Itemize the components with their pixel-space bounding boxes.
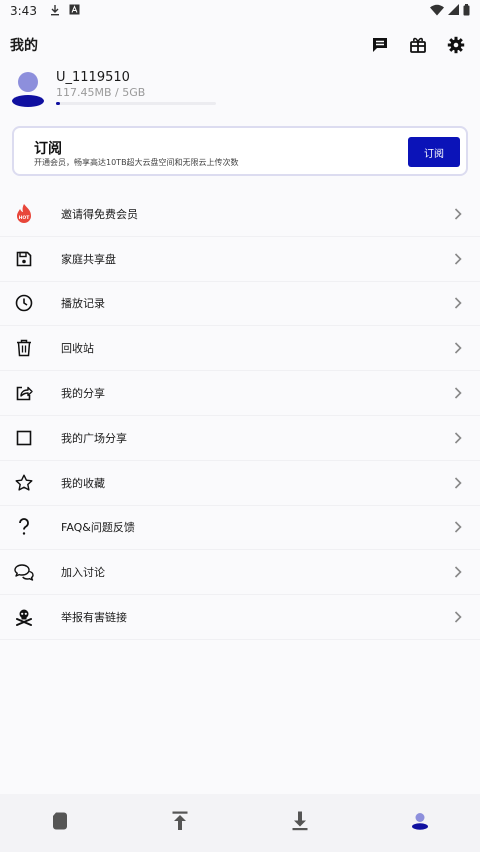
storage-progress-bar (56, 102, 216, 105)
storage-progress-fill (56, 102, 60, 105)
hot-flame-icon: HOT (14, 203, 34, 224)
download-icon (292, 811, 308, 835)
signal-icon (448, 4, 459, 18)
avatar[interactable] (12, 70, 44, 108)
chevron-right-icon (454, 207, 464, 221)
wifi-icon (430, 4, 444, 19)
download-notification-icon (49, 4, 61, 19)
question-icon (14, 517, 34, 537)
menu-list: HOT 邀请得免费会员 家庭共享盘 播放记录 回收站 我的分享 我的广场分享 我… (0, 192, 480, 640)
page-title: 我的 (10, 38, 38, 54)
star-icon (14, 473, 34, 493)
chevron-right-icon (454, 476, 464, 490)
a-notification-icon (69, 4, 80, 18)
subscription-title: 订阅 (34, 141, 62, 157)
message-icon[interactable] (370, 35, 390, 55)
chevron-right-icon (454, 565, 464, 579)
share-icon (14, 383, 34, 403)
menu-item-report[interactable]: 举报有害链接 (0, 595, 480, 640)
chevron-right-icon (454, 296, 464, 310)
clock-icon (14, 293, 34, 313)
menu-item-faq[interactable]: FAQ&问题反馈 (0, 506, 480, 551)
menu-item-family-share[interactable]: 家庭共享盘 (0, 237, 480, 282)
svg-text:HOT: HOT (19, 215, 31, 221)
menu-item-square-shares[interactable]: 我的广场分享 (0, 416, 480, 461)
subscription-card: 订阅 开通会员，畅享高达10TB超大云盘空间和无限云上传次数 订阅 (12, 126, 468, 176)
storage-usage-text: 117.45MB / 5GB (56, 86, 146, 99)
file-icon (52, 812, 68, 834)
menu-item-discussion[interactable]: 加入讨论 (0, 550, 480, 596)
battery-icon (463, 3, 470, 19)
skull-crossbones-icon (14, 607, 34, 627)
nav-tab-profile[interactable] (360, 794, 480, 852)
status-time: 3:43 (10, 4, 37, 18)
floppy-disk-icon (14, 249, 34, 269)
gift-icon[interactable] (408, 35, 428, 55)
menu-item-label: 我的收藏 (61, 476, 105, 490)
trash-icon (14, 338, 34, 358)
square-icon (14, 428, 34, 448)
nav-tab-upload[interactable] (120, 794, 240, 852)
chat-icon (14, 562, 34, 582)
menu-item-label: 加入讨论 (61, 566, 105, 580)
menu-item-my-shares[interactable]: 我的分享 (0, 371, 480, 416)
nav-tab-files[interactable] (0, 794, 120, 852)
chevron-right-icon (454, 386, 464, 400)
menu-item-label: 我的分享 (61, 387, 105, 401)
chevron-right-icon (454, 520, 464, 534)
upload-icon (172, 811, 188, 835)
chevron-right-icon (454, 610, 464, 624)
subscription-description: 开通会员，畅享高达10TB超大云盘空间和无限云上传次数 (34, 158, 239, 167)
chevron-right-icon (454, 252, 464, 266)
menu-item-label: 播放记录 (61, 297, 105, 311)
menu-item-recycle-bin[interactable]: 回收站 (0, 326, 480, 372)
menu-item-label: 回收站 (61, 342, 94, 356)
menu-item-invite[interactable]: HOT 邀请得免费会员 (0, 192, 480, 237)
settings-icon[interactable] (446, 35, 466, 55)
person-icon (411, 812, 429, 834)
nav-tab-download[interactable] (240, 794, 360, 852)
chevron-right-icon (454, 431, 464, 445)
profile-section[interactable]: U_1119510 117.45MB / 5GB (0, 66, 480, 112)
app-header: 我的 (0, 30, 480, 60)
menu-item-label: 家庭共享盘 (61, 252, 116, 266)
status-bar: 3:43 (0, 0, 480, 22)
menu-item-label: 邀请得免费会员 (61, 207, 138, 221)
menu-item-label: 举报有害链接 (61, 611, 127, 625)
menu-item-favorites[interactable]: 我的收藏 (0, 461, 480, 506)
username: U_1119510 (56, 70, 130, 85)
menu-item-label: 我的广场分享 (61, 431, 127, 445)
subscribe-button[interactable]: 订阅 (408, 137, 460, 167)
bottom-nav (0, 794, 480, 852)
menu-item-label: FAQ&问题反馈 (61, 521, 135, 535)
menu-item-play-history[interactable]: 播放记录 (0, 282, 480, 327)
chevron-right-icon (454, 341, 464, 355)
